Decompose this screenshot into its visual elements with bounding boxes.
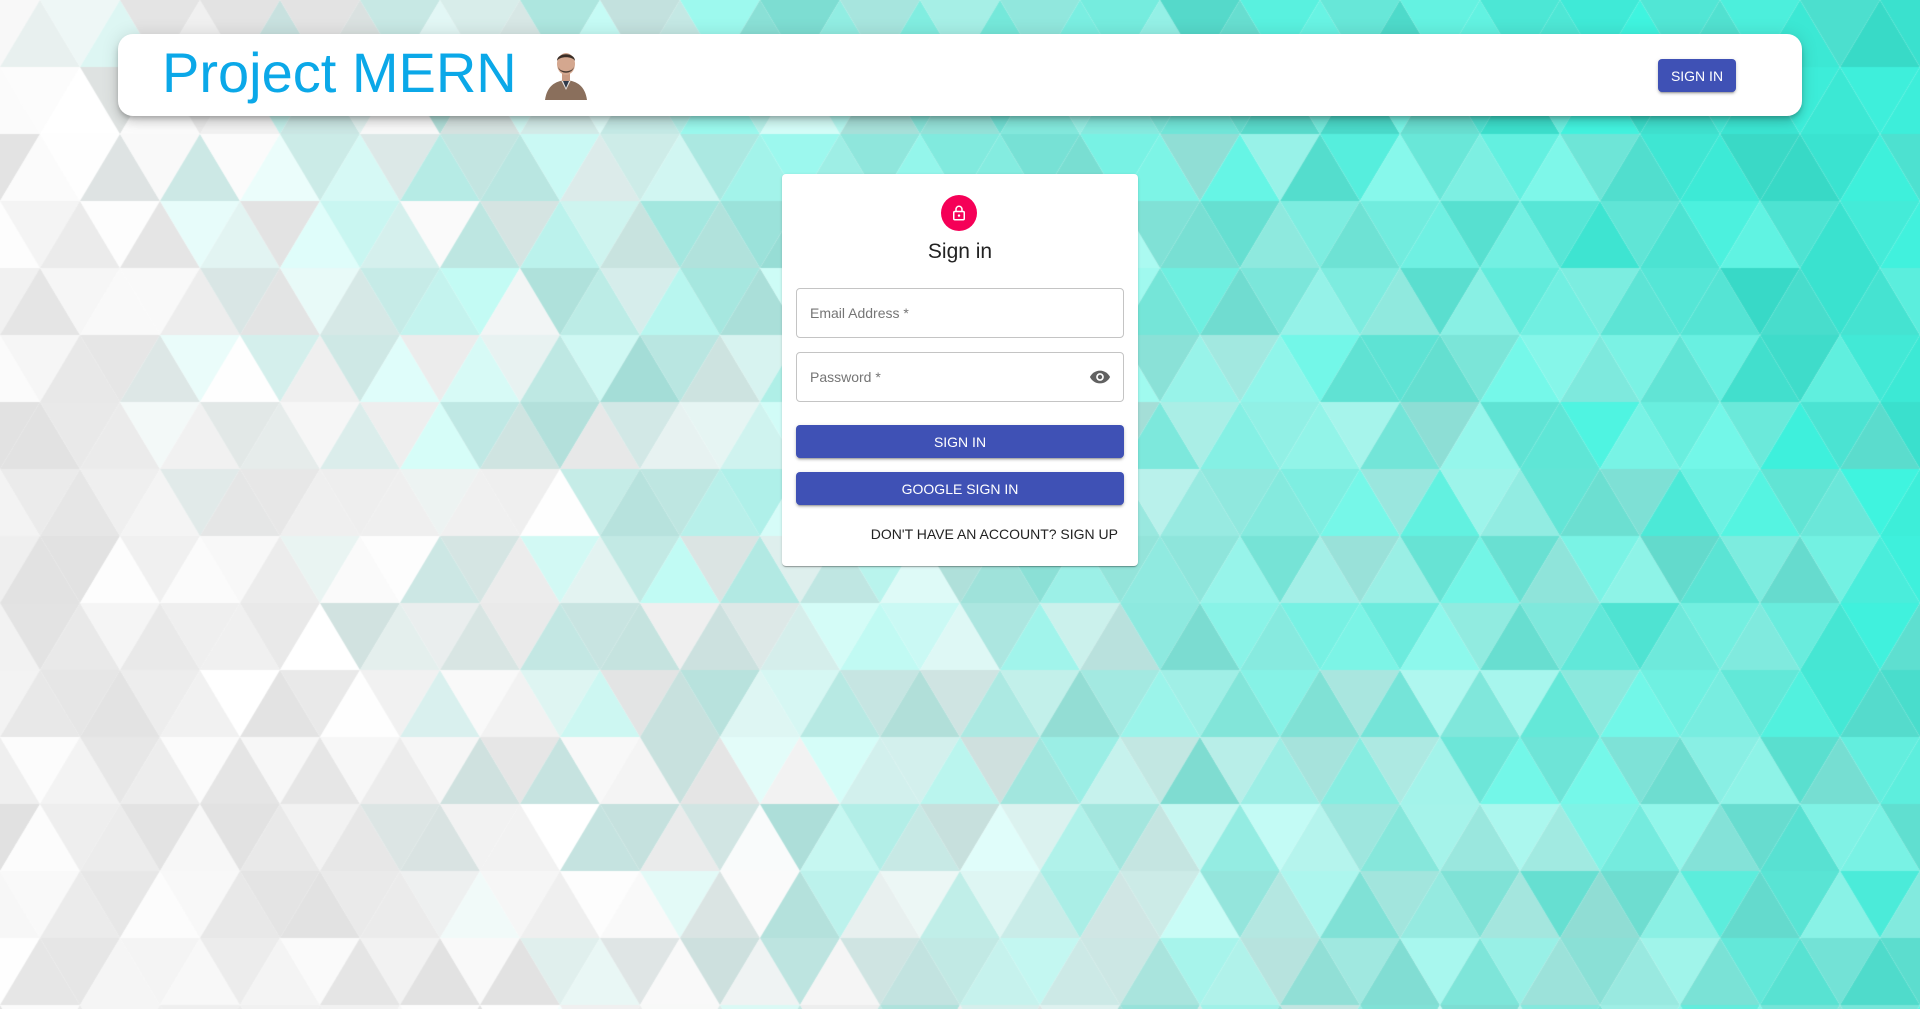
signin-card: Sign in Email Address * Password * SIGN … <box>782 174 1138 566</box>
eye-icon <box>1089 370 1111 384</box>
password-field-label: Password * <box>810 369 881 385</box>
signin-button[interactable]: SIGN IN <box>796 425 1124 458</box>
email-field-label: Email Address * <box>810 305 909 321</box>
toggle-password-visibility-button[interactable] <box>1087 365 1113 389</box>
brand: Project MERN <box>162 43 595 103</box>
person-portrait-icon <box>536 46 595 100</box>
signin-heading: Sign in <box>927 240 993 263</box>
signup-link[interactable]: DON'T HAVE AN ACCOUNT? SIGN UP <box>871 526 1118 542</box>
header-signin-button[interactable]: SIGN IN <box>1658 59 1736 92</box>
lock-icon <box>953 205 965 221</box>
app-root: Project MERN SIGN IN Sign in Email Addre… <box>0 0 1920 1009</box>
email-field[interactable]: Email Address * <box>796 288 1124 338</box>
lock-avatar <box>941 195 977 231</box>
app-bar: Project MERN SIGN IN <box>118 34 1802 116</box>
google-signin-button[interactable]: GOOGLE SIGN IN <box>796 472 1124 505</box>
app-title: Project MERN <box>162 41 517 104</box>
password-field[interactable]: Password * <box>796 352 1124 402</box>
